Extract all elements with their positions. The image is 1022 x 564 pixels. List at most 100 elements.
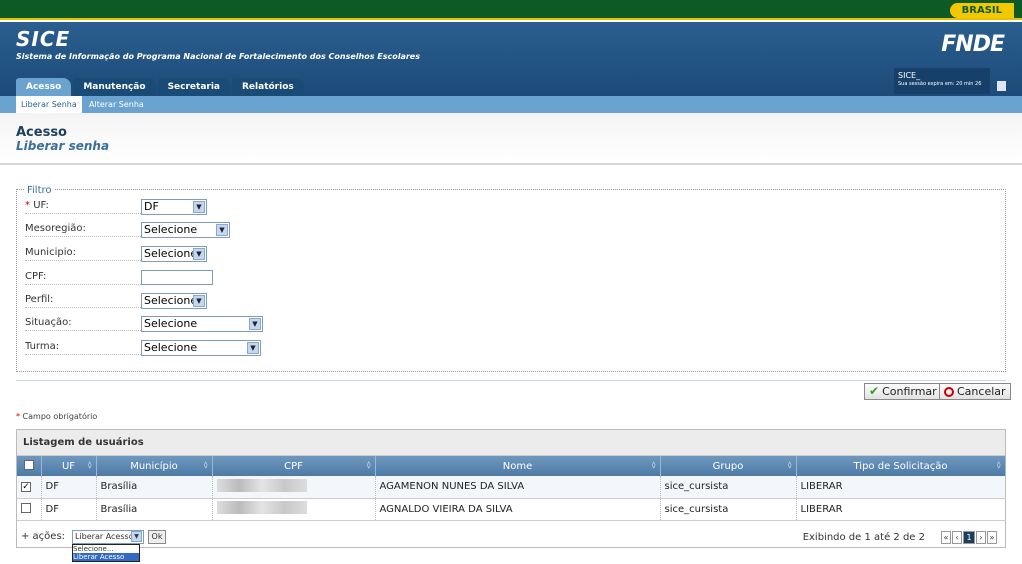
table-row[interactable]: DF Brasília AGNALDO VIEIRA DA SILVA sice… [17,498,1006,521]
users-table: UF ◊ Município ◊ CPF ◊ Nome ◊ Grupo ◊ Tipo de… [17,456,1006,521]
row-checkbox-cell [17,498,42,521]
users-grid: Listagem de usuários UF ◊ Município ◊ CPF ◊… [16,429,1006,562]
required-mark: * [25,200,30,211]
grid-footer: + ações: Liberar Acesso ▼ Ok Selecione...… [17,528,1005,562]
subtab-liberar-senha[interactable]: Liberar Senha [16,96,82,113]
mesoregiao-label: Mesoregião: [25,223,141,237]
session-box: SICE_ Sua sessão expira em: 20 min 26 [894,68,990,94]
turma-select[interactable]: Selecione ▼ [141,340,261,356]
chevron-down-icon: ▼ [249,318,261,330]
chevron-down-icon: ▼ [216,224,228,236]
situacao-label: Situação: [25,317,141,331]
subtab-alterar-senha[interactable]: Alterar Senha [84,96,149,113]
chevron-down-icon: ▼ [193,248,205,260]
grid-title: Listagem de usuários [17,430,1005,456]
sort-icon: ◊ [997,461,1001,469]
dropdown-option[interactable]: Liberar Acesso [73,553,139,561]
brasil-badge[interactable]: BRASIL [949,3,1014,18]
row-checkbox-cell: ✓ [17,476,42,499]
sort-icon: ◊ [788,461,792,469]
acoes-dropdown: Selecione... Liberar Acesso [72,544,140,562]
col-uf[interactable]: UF ◊ [41,456,97,476]
required-note: * Campo obrigatório [16,412,98,421]
col-grupo[interactable]: Grupo ◊ [660,456,797,476]
municipio-select[interactable]: Selecione ▼ [141,246,207,262]
tab-relatorios[interactable]: Relatórios [232,78,304,96]
table-row[interactable]: ✓ DF Brasília AGAMENON NUNES DA SILVA si… [17,476,1006,499]
chevron-down-icon: ▼ [193,201,205,213]
tab-manutencao[interactable]: Manutenção [73,78,156,96]
tab-secretaria[interactable]: Secretaria [157,78,230,96]
cpf-label: CPF: [25,271,141,285]
filter-legend: Filtro [25,185,54,196]
app-subtitle: Sistema de Informação do Programa Nacion… [16,52,420,61]
acoes-select[interactable]: Liberar Acesso ▼ [72,530,144,544]
cell-grupo: sice_cursista [660,498,797,521]
col-municipio[interactable]: Município ◊ [96,456,213,476]
filter-fieldset: Filtro * UF: DF ▼ Mesoregião: Selecione ▼ … [16,185,1006,372]
check-icon: ✔ [869,384,880,398]
cell-cpf [212,476,376,499]
cell-municipio: Brasília [96,498,213,521]
divider [16,380,1006,381]
cell-cpf [212,498,376,521]
cell-municipio: Brasília [96,476,213,499]
page-1-button[interactable]: 1 [963,531,975,544]
select-all-checkbox[interactable] [23,459,34,470]
acoes-label: + ações: [21,531,66,542]
cell-grupo: sice_cursista [660,476,797,499]
sub-tabs: Liberar Senha Alterar Senha [0,96,1022,113]
sort-icon: ◊ [367,461,371,469]
perfil-select[interactable]: Selecione ▼ [141,293,207,309]
chevron-down-icon: ▼ [247,342,259,354]
col-nome[interactable]: Nome ◊ [375,456,661,476]
confirm-button[interactable]: ✔ Confirmar [864,383,942,400]
next-page-button[interactable]: › [976,531,986,544]
pagination-info: Exibindo de 1 até 2 de 2 [802,532,925,543]
col-tipo[interactable]: Tipo de Solicitação ◊ [796,456,1006,476]
gov-bar: BRASIL [0,0,1022,20]
session-user: SICE_ [898,71,921,80]
situacao-select[interactable]: Selecione ▼ [141,316,263,332]
page-subtitle: Liberar senha [16,139,110,153]
app-header: SICE Sistema de Informação do Programa N… [0,22,1022,96]
blurred-cpf [216,478,307,492]
sort-icon: ◊ [88,461,92,469]
first-page-button[interactable]: « [941,531,951,544]
municipio-label: Municipio: [25,247,141,261]
blurred-cpf [216,501,307,514]
cell-uf: DF [41,498,97,521]
cell-uf: DF [41,476,97,499]
chevron-down-icon: ▼ [193,295,205,307]
uf-select[interactable]: DF ▼ [141,199,207,215]
acoes-ok-button[interactable]: Ok [148,530,166,544]
cell-nome: AGNALDO VIEIRA DA SILVA [375,498,661,521]
app-title: SICE [16,27,71,51]
cell-tipo: LIBERAR [796,476,1006,499]
row-checkbox[interactable] [21,502,31,513]
uf-label: * UF: [25,200,141,214]
prev-page-button[interactable]: ‹ [952,531,962,544]
chevron-down-icon: ▼ [131,531,142,542]
select-all-header [17,456,42,476]
col-cpf[interactable]: CPF ◊ [212,456,376,476]
turma-label: Turma: [25,341,141,355]
page-title: Acesso [16,125,67,140]
cancel-button[interactable]: Cancelar [939,383,1011,400]
pager: « ‹ 1 › » [941,531,997,544]
exit-icon[interactable] [997,81,1006,91]
fnde-logo: FNDE [941,32,1005,57]
cell-nome: AGAMENON NUNES DA SILVA [375,476,661,499]
mesoregiao-select[interactable]: Selecione ▼ [141,222,230,238]
last-page-button[interactable]: » [987,531,997,544]
session-expiry: Sua sessão expira em: 20 min 26 [898,81,982,87]
tab-acesso[interactable]: Acesso [16,78,72,96]
sort-icon: ◊ [652,461,656,469]
dropdown-option[interactable]: Selecione... [73,545,139,553]
row-checkbox[interactable]: ✓ [21,482,31,493]
cpf-input[interactable] [141,270,213,285]
page-header: Acesso Liberar senha [0,113,1022,165]
main-tabs: Acesso Manutenção Secretaria Relatórios [16,78,306,96]
sort-icon: ◊ [204,461,208,469]
cancel-icon [944,386,954,397]
